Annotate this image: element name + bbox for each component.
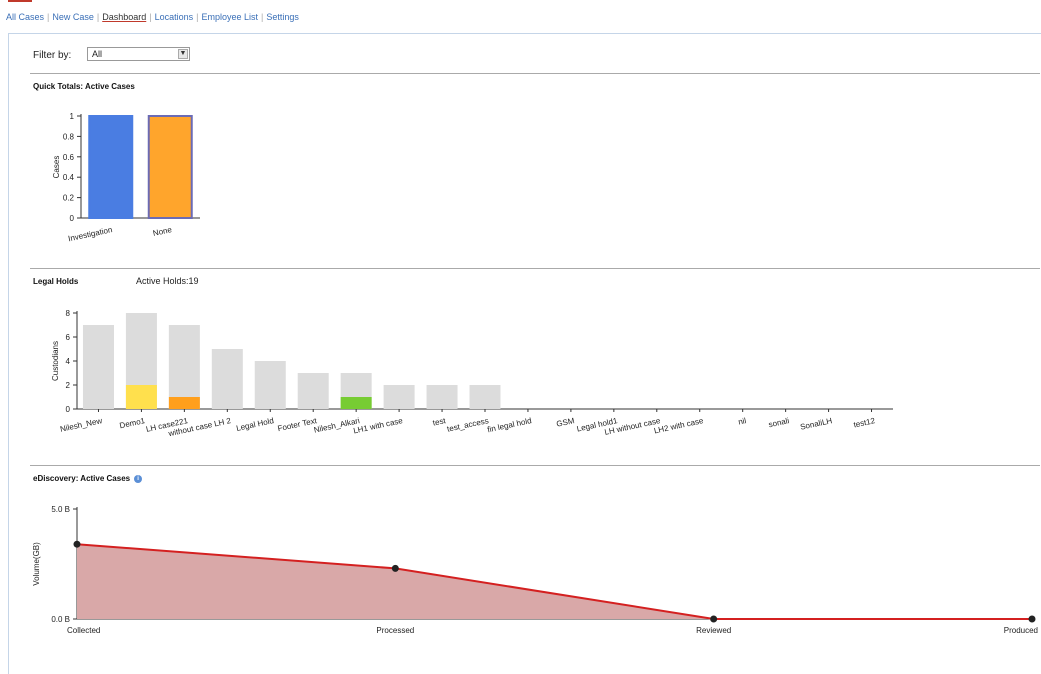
data-point [73,540,81,548]
section-divider [30,465,1040,466]
y-tick-label: 1 [70,112,75,121]
x-tick-label: Reviewed [696,626,731,635]
x-tick-label: test12 [853,416,877,429]
bar-custodians [211,349,243,409]
data-point [710,615,718,623]
ediscovery-title: eDiscovery: Active Cases i [33,474,143,483]
section-divider [30,268,1040,269]
bar-custodians [469,385,501,409]
x-tick-label: test_access [446,416,489,434]
y-axis-label: Cases [52,156,61,179]
y-axis-label: Custodians [51,341,60,381]
bar-none [147,115,193,219]
x-tick-label: Collected [67,626,100,635]
x-tick-label: Processed [376,626,414,635]
y-tick-label: 5.0 B [51,505,70,514]
data-point [391,564,399,572]
bar-highlight [125,385,157,409]
bar-highlight [168,397,200,409]
x-tick-label: Investigation [67,225,113,243]
x-tick-label: Legal Hold [235,416,274,433]
x-tick-label: nil [737,416,747,427]
y-tick-label: 6 [66,333,71,342]
x-tick-label: sonali [768,416,791,429]
x-tick-label: GSM [556,416,576,429]
legal-holds-title: Legal Holds [33,277,79,286]
y-axis-label: Volume(GB) [32,542,41,586]
bar-custodians [297,373,329,409]
bar-custodians [168,325,200,409]
x-tick-label: Produced [1004,626,1038,635]
y-tick-label: 0.8 [63,132,75,141]
x-tick-label: None [152,225,173,238]
quick-totals-chart: 0 0.2 0.4 0.6 0.8 1 Cases Investigation None 0 2 4 6… [32,112,1038,635]
active-holds-count: Active Holds:19 [136,276,199,286]
bar-custodians [254,361,286,409]
x-tick-label: LH1 with case [352,416,404,435]
y-tick-label: 0.4 [63,173,75,182]
x-tick-label: Footer Text [277,416,319,433]
bar-highlight [340,397,372,409]
x-tick-label: LH2 with case [653,416,705,435]
y-tick-label: 0 [70,214,75,223]
x-tick-label: Nilesh_New [59,416,103,434]
y-tick-label: 0 [66,405,71,414]
y-tick-label: 0.0 B [51,615,70,624]
y-tick-label: 0.6 [63,153,75,162]
x-tick-label: SonaliLH [799,416,833,432]
y-tick-label: 4 [66,357,71,366]
y-tick-label: 2 [66,381,71,390]
bar-custodians [383,385,415,409]
bar-investigation [88,115,134,219]
ediscovery-title-text: eDiscovery: Active Cases [33,474,131,483]
info-icon[interactable]: i [134,474,143,483]
x-tick-label: Demo1 [119,416,147,430]
y-tick-label: 8 [66,309,71,318]
data-point [1028,615,1036,623]
x-tick-label: fin legal hold [487,416,533,434]
y-tick-label: 0.2 [63,194,75,203]
x-tick-label: test [432,416,447,428]
bar-custodians [426,385,458,409]
bar-custodians [82,325,114,409]
